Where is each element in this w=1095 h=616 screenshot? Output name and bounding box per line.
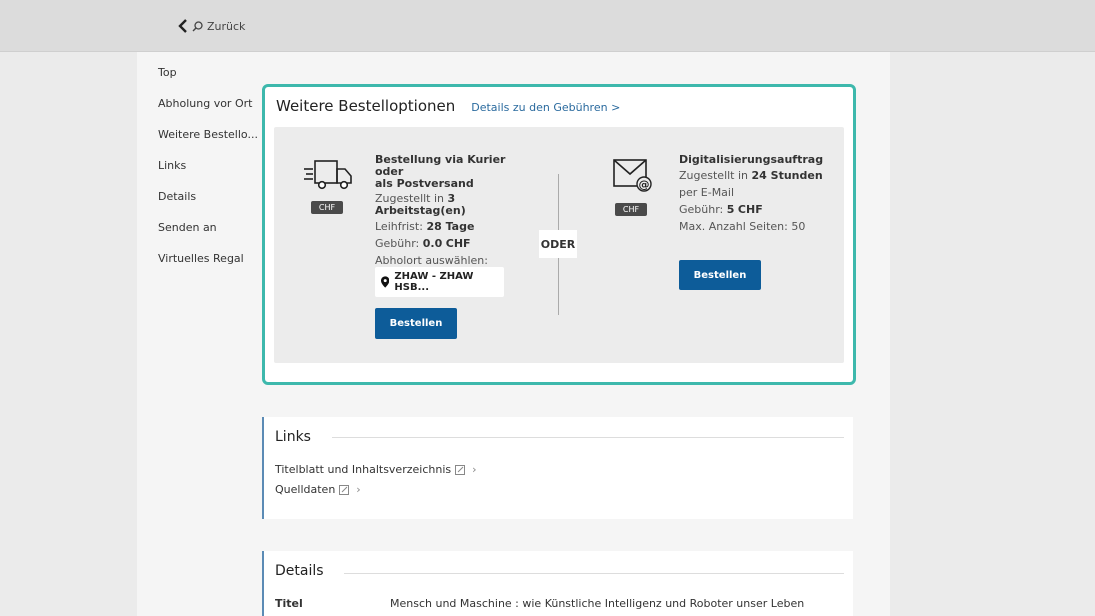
chevron-right-icon: › [356, 483, 361, 496]
digital-fee-badge: CHF [614, 203, 648, 216]
details-heading: Details [275, 563, 324, 579]
link-quelldaten-label: Quelldaten [275, 483, 336, 496]
chevron-left-icon [178, 19, 187, 33]
digital-delivery-time: Zugestellt in 24 Stunden [679, 169, 823, 182]
order-options-card: Weitere Bestelloptionen Details zu den G… [262, 84, 856, 385]
external-link-icon [455, 464, 466, 475]
courier-option-title-line1: Bestellung via Kurier oder [375, 153, 506, 178]
nav-item-details[interactable]: Details [158, 190, 258, 221]
pickup-location-label: Abholort auswählen: [375, 254, 488, 267]
courier-order-button[interactable]: Bestellen [375, 308, 457, 339]
details-card: Details Titel Mensch und Maschine : wie … [262, 551, 853, 616]
map-pin-icon [381, 276, 390, 288]
pickup-location-select[interactable]: ZHAW - ZHAW HSB... [375, 267, 504, 297]
details-heading-rule [344, 573, 844, 574]
courier-loan-period: Leihfrist: 28 Tage [375, 220, 475, 233]
digital-option-title: Digitalisierungsauftrag [679, 153, 824, 166]
pickup-location-value: ZHAW - ZHAW HSB... [394, 271, 474, 293]
chevron-right-icon: › [472, 463, 477, 476]
section-nav: Top Abholung vor Ort Weitere Bestello...… [158, 66, 258, 283]
digital-option-details: Digitalisierungsauftrag Zugestellt in 24… [679, 154, 839, 234]
back-label: Zurück [207, 19, 246, 33]
svg-text:@: @ [639, 178, 650, 191]
nav-item-abholung[interactable]: Abholung vor Ort [158, 97, 258, 128]
nav-item-top[interactable]: Top [158, 66, 258, 97]
link-quelldaten[interactable]: Quelldaten › [275, 483, 361, 496]
nav-item-virtuelles-regal[interactable]: Virtuelles Regal [158, 252, 258, 283]
digital-max-pages: Max. Anzahl Seiten: 50 [679, 220, 806, 233]
detail-value-titel: Mensch und Maschine : wie Künstliche Int… [390, 597, 805, 610]
courier-fee: Gebühr: 0.0 CHF [375, 237, 471, 250]
digital-icon-group: @ CHF [607, 157, 655, 216]
truck-icon [304, 160, 352, 190]
order-options-title: Weitere Bestelloptionen [276, 97, 456, 115]
email-icon: @ [613, 159, 652, 192]
external-link-icon [339, 484, 350, 495]
courier-delivery-unit: Arbeitstag(en) [375, 204, 466, 217]
links-heading-rule [332, 437, 844, 438]
nav-item-senden-an[interactable]: Senden an [158, 221, 258, 252]
courier-fee-badge: CHF [310, 201, 344, 214]
search-icon [192, 20, 203, 31]
link-titelblatt-label: Titelblatt und Inhaltsverzeichnis [275, 463, 452, 476]
back-button[interactable]: Zurück [178, 16, 245, 36]
link-titelblatt[interactable]: Titelblatt und Inhaltsverzeichnis › [275, 463, 477, 476]
fee-details-link[interactable]: Details zu den Gebühren > [471, 101, 620, 114]
links-heading: Links [275, 429, 311, 445]
courier-icon-group: CHF [302, 157, 352, 214]
digital-delivery-via: per E-Mail [679, 186, 735, 199]
top-bar: Zurück [0, 0, 1095, 52]
or-separator: ODER [539, 230, 577, 258]
courier-option-details: Bestellung via Kurier oder als Postversa… [375, 154, 535, 268]
detail-key-titel: Titel [275, 597, 303, 610]
nav-item-links[interactable]: Links [158, 159, 258, 190]
courier-option-title-line2: als Postversand [375, 177, 474, 190]
digital-order-button[interactable]: Bestellen [679, 260, 761, 290]
order-options-header: Weitere Bestelloptionen Details zu den G… [276, 97, 620, 115]
order-options-panel: CHF Bestellung via Kurier oder als Postv… [274, 127, 844, 363]
nav-item-weitere-bestelloptionen[interactable]: Weitere Bestello... [158, 128, 258, 159]
digital-fee: Gebühr: 5 CHF [679, 203, 763, 216]
links-card: Links Titelblatt und Inhaltsverzeichnis … [262, 417, 853, 519]
